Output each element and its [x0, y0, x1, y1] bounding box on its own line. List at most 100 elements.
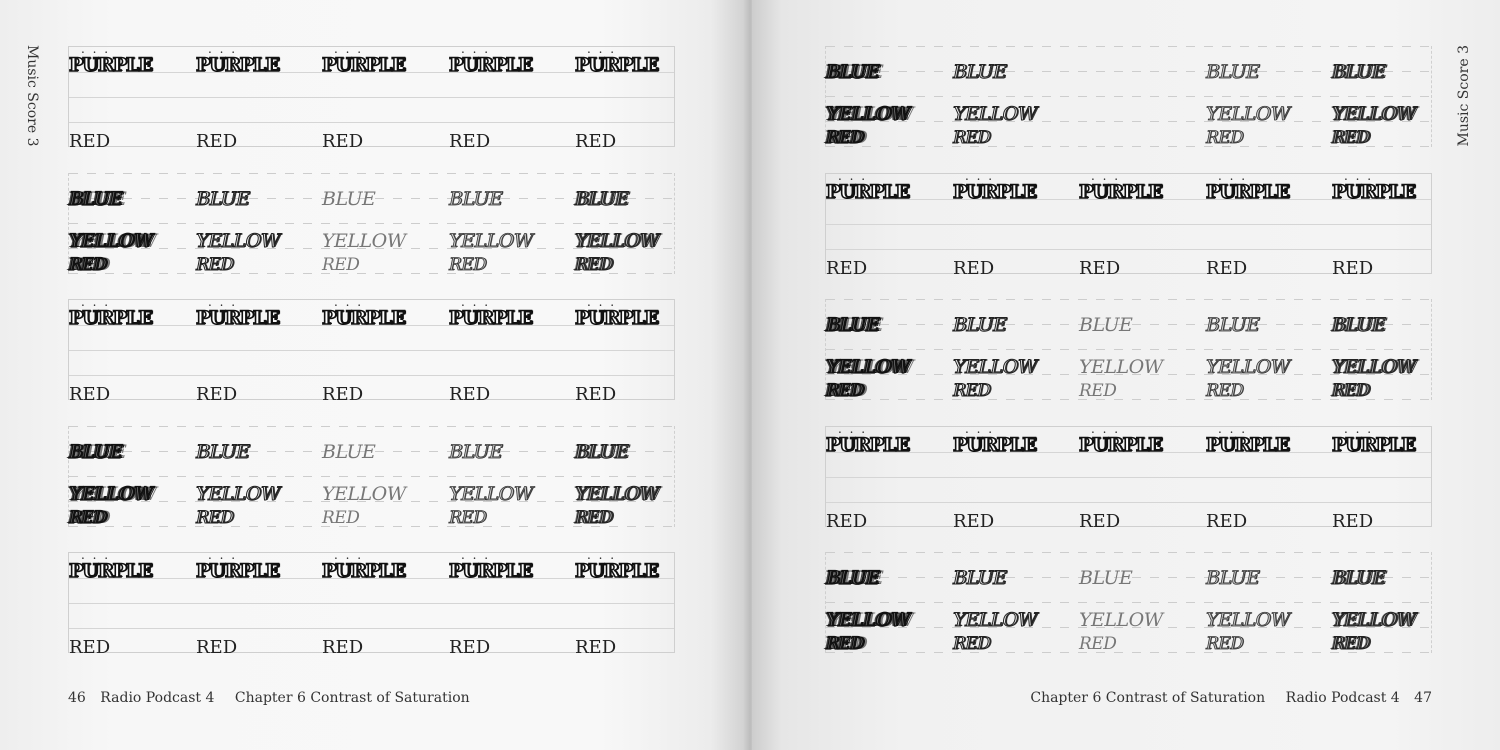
word-red: RED [825, 128, 864, 148]
word-yellow: YELLOW [1206, 609, 1291, 631]
word-blue: BLUE [322, 440, 376, 463]
word-yellow: YELLOW [953, 356, 1038, 378]
word-purple: PURPLE [448, 54, 533, 76]
word-red: RED [449, 131, 491, 152]
word-red: RED [322, 254, 360, 275]
word-red: RED [69, 131, 111, 152]
color-staff-block: BLUE YELLOW RED BLUE YELLOW RED BLUE YELLOW RED B… [825, 46, 1432, 147]
word-blue: BLUE [449, 440, 504, 463]
word-blue: BLUE [825, 567, 880, 589]
word-purple: PURPLE [448, 307, 533, 329]
word-red: RED [1331, 634, 1370, 654]
word-blue: BLUE [952, 314, 1007, 336]
word-red: RED [1206, 257, 1248, 279]
color-staff-block: BLUE YELLOW RED BLUE YELLOW RED BLUE YELLOW RED B… [68, 425, 675, 528]
word-yellow: YELLOW [322, 229, 406, 252]
word-purple: PURPLE [952, 433, 1037, 456]
word-red: RED [825, 381, 864, 401]
word-purple: PURPLE [574, 54, 659, 76]
word-red: RED [322, 507, 360, 528]
purple-staff-block: . . . PURPLE RED. . . PURPLE RED. . . PURPLE R… [68, 295, 675, 404]
word-yellow: YELLOW [953, 609, 1038, 631]
word-red: RED [196, 131, 238, 152]
word-purple: PURPLE [195, 560, 280, 582]
word-purple: PURPLE [952, 180, 1037, 203]
word-yellow: YELLOW [322, 482, 406, 505]
page-number: 47 [1414, 690, 1432, 706]
word-blue: BLUE [825, 314, 880, 336]
word-blue: BLUE [1331, 567, 1386, 589]
word-blue: BLUE [1206, 61, 1261, 83]
word-blue: BLUE [68, 440, 123, 463]
word-red: RED [1079, 381, 1117, 401]
word-red: RED [826, 257, 868, 279]
word-red: RED [195, 254, 234, 275]
color-staff-block: BLUE YELLOW RED BLUE YELLOW RED BLUE YELLOW RED B… [825, 552, 1432, 653]
score-blocks: BLUE YELLOW RED BLUE YELLOW RED BLUE YELLOW RED B… [825, 46, 1432, 679]
word-red: RED [575, 384, 617, 405]
word-blue: BLUE [825, 61, 880, 83]
word-yellow: YELLOW [68, 482, 154, 505]
word-blue: BLUE [195, 187, 250, 210]
word-red: RED [575, 131, 617, 152]
word-red: RED [196, 637, 238, 658]
word-purple: PURPLE [68, 560, 153, 582]
word-yellow: YELLOW [1206, 103, 1291, 125]
word-red: RED [575, 637, 617, 658]
word-blue: BLUE [1206, 567, 1261, 589]
word-red: RED [952, 128, 991, 148]
word-purple: PURPLE [321, 307, 406, 329]
word-red: RED [1079, 257, 1121, 279]
word-yellow: YELLOW [1332, 356, 1417, 378]
word-red: RED [1332, 510, 1374, 532]
word-red: RED [574, 254, 613, 275]
word-red: RED [195, 507, 234, 528]
word-yellow: YELLOW [825, 103, 911, 125]
page-side-label: Music Score 3 [24, 45, 40, 147]
word-purple: PURPLE [1205, 180, 1290, 203]
footer-chapter: Chapter 6 Contrast of Saturation [1030, 690, 1266, 706]
word-yellow: YELLOW [575, 229, 660, 252]
book-spread: Music Score 3 . . . PURPLE RED. . . PURPLE R… [0, 0, 1500, 750]
word-yellow: YELLOW [1332, 103, 1417, 125]
word-purple: PURPLE [574, 560, 659, 582]
word-purple: PURPLE [321, 54, 406, 76]
word-purple: PURPLE [1205, 433, 1290, 456]
word-red: RED [1079, 510, 1121, 532]
word-red: RED [952, 381, 991, 401]
purple-staff-block: . . . PURPLE RED. . . PURPLE RED. . . PURPLE R… [68, 548, 675, 657]
word-red: RED [322, 384, 364, 405]
word-blue: BLUE [574, 440, 629, 463]
footer-title: Radio Podcast 4 [1285, 690, 1400, 706]
word-red: RED [952, 634, 991, 654]
purple-staff-block: . . . PURPLE RED. . . PURPLE RED. . . PURPLE R… [825, 422, 1432, 530]
word-purple: PURPLE [825, 433, 910, 456]
word-yellow: YELLOW [953, 103, 1038, 125]
word-red: RED [953, 510, 995, 532]
word-purple: PURPLE [448, 560, 533, 582]
footer-chapter: Chapter 6 Contrast of Saturation [234, 690, 470, 706]
word-yellow: YELLOW [575, 482, 660, 505]
page-number: 46 [68, 690, 86, 706]
word-red: RED [1206, 128, 1245, 148]
word-red: RED [68, 254, 107, 275]
word-blue: BLUE [952, 61, 1007, 83]
word-blue: BLUE [449, 187, 504, 210]
word-blue: BLUE [1079, 567, 1133, 589]
word-yellow: YELLOW [825, 356, 911, 378]
right-page: Music Score 3 BLUE YELLOW RED BLUE YELLOW RED… [752, 0, 1500, 750]
word-red: RED [322, 637, 364, 658]
color-staff-block: BLUE YELLOW RED BLUE YELLOW RED BLUE YELLOW RED B… [68, 172, 675, 275]
word-red: RED [826, 510, 868, 532]
word-yellow: YELLOW [68, 229, 154, 252]
word-yellow: YELLOW [196, 229, 281, 252]
word-red: RED [449, 254, 488, 275]
word-purple: PURPLE [321, 560, 406, 582]
word-red: RED [1332, 257, 1374, 279]
word-red: RED [69, 384, 111, 405]
word-red: RED [449, 637, 491, 658]
word-yellow: YELLOW [196, 482, 281, 505]
word-red: RED [196, 384, 238, 405]
word-blue: BLUE [1331, 61, 1386, 83]
word-blue: BLUE [574, 187, 629, 210]
